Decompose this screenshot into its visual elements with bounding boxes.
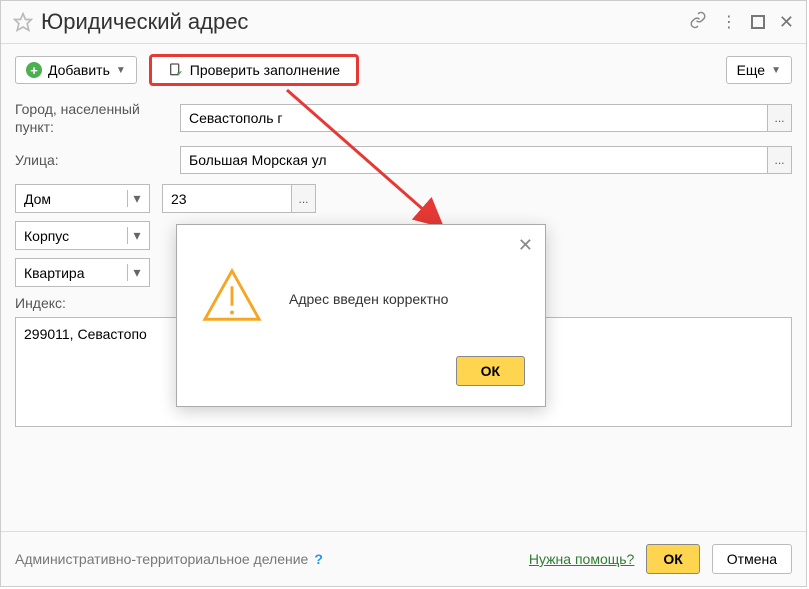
- house-lookup-button[interactable]: ...: [292, 184, 316, 213]
- chevron-down-icon: ▾: [127, 190, 149, 207]
- warning-icon: [201, 265, 263, 332]
- chevron-down-icon: ▼: [771, 65, 781, 76]
- chevron-down-icon: ▾: [127, 227, 149, 244]
- cancel-button[interactable]: Отмена: [712, 544, 792, 574]
- document-check-icon: [168, 62, 184, 78]
- toolbar: + Добавить ▼ Проверить заполнение Еще ▼: [1, 44, 806, 96]
- add-button-label: Добавить: [48, 62, 110, 78]
- dialog-close-icon[interactable]: ✕: [518, 235, 533, 256]
- close-icon[interactable]: ✕: [779, 12, 794, 33]
- add-button[interactable]: + Добавить ▼: [15, 56, 137, 84]
- maximize-icon[interactable]: [751, 15, 765, 29]
- ok-button[interactable]: ОК: [646, 544, 699, 574]
- apartment-type-label: Квартира: [24, 265, 85, 281]
- index-label: Индекс:: [15, 295, 180, 311]
- favorite-star-icon[interactable]: [13, 12, 33, 32]
- house-type-select[interactable]: Дом ▾: [15, 184, 150, 213]
- building-type-select[interactable]: Корпус ▾: [15, 221, 150, 250]
- building-type-label: Корпус: [24, 228, 69, 244]
- street-input[interactable]: [180, 146, 768, 174]
- chevron-down-icon: ▼: [116, 65, 126, 76]
- check-fill-button[interactable]: Проверить заполнение: [149, 54, 359, 86]
- window-title: Юридический адрес: [41, 9, 689, 35]
- city-input[interactable]: [180, 104, 768, 132]
- need-help-link[interactable]: Нужна помощь?: [529, 551, 634, 567]
- city-lookup-button[interactable]: ...: [768, 104, 792, 132]
- more-button-label: Еще: [737, 62, 766, 78]
- dialog-ok-button[interactable]: ОК: [456, 356, 525, 386]
- titlebar: Юридический адрес ⋮ ✕: [1, 1, 806, 44]
- footer: Административно-территориальное деление …: [1, 531, 806, 586]
- apartment-type-select[interactable]: Квартира ▾: [15, 258, 150, 287]
- dialog-message: Адрес введен корректно: [289, 291, 448, 307]
- street-label: Улица:: [15, 152, 180, 168]
- confirmation-dialog: ✕ Адрес введен корректно ОК: [176, 224, 546, 407]
- city-label: Город, населенный пункт:: [15, 100, 180, 136]
- link-icon[interactable]: [689, 11, 707, 34]
- help-question-icon[interactable]: ?: [314, 551, 323, 567]
- kebab-menu-icon[interactable]: ⋮: [721, 12, 737, 32]
- street-lookup-button[interactable]: ...: [768, 146, 792, 174]
- plus-icon: +: [26, 62, 42, 78]
- more-button[interactable]: Еще ▼: [726, 56, 792, 84]
- house-input[interactable]: [162, 184, 292, 213]
- chevron-down-icon: ▾: [127, 264, 149, 281]
- admin-division-link[interactable]: Административно-территориальное деление …: [15, 551, 323, 567]
- house-type-label: Дом: [24, 191, 51, 207]
- check-fill-label: Проверить заполнение: [190, 62, 340, 78]
